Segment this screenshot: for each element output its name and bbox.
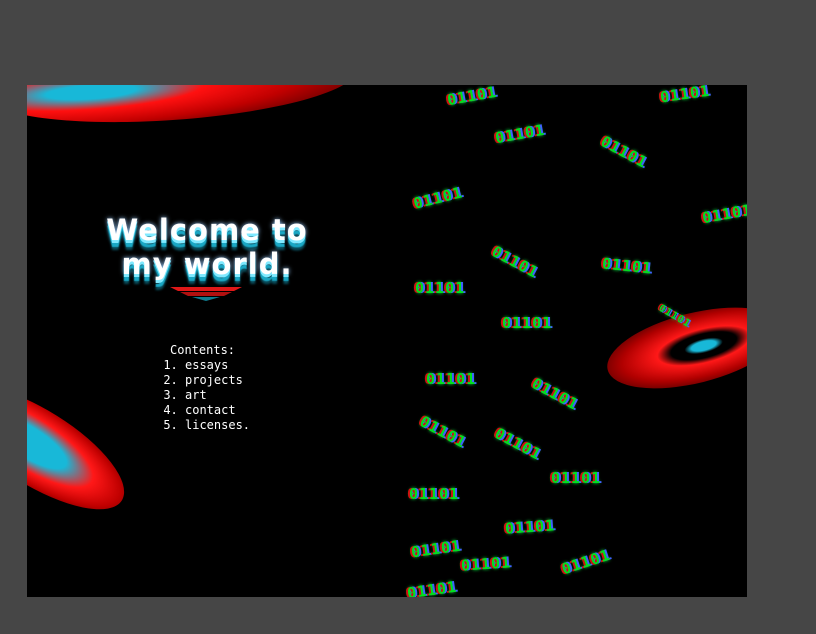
binary-digits: 01101 (528, 374, 582, 414)
contents-link-licenses[interactable]: licenses. (185, 418, 250, 432)
binary-digits: 01101 (426, 370, 477, 388)
binary-digits: 01101 (409, 485, 460, 503)
contents-link-contact[interactable]: contact (185, 403, 236, 417)
binary-digits: 01101 (491, 424, 545, 464)
page-title: Welcome to my world. (87, 213, 327, 281)
binary-digits: 01101 (493, 120, 547, 148)
binary-digits: 01101 (416, 412, 470, 452)
contents-item-art[interactable]: art (185, 388, 250, 403)
binary-digits: 01101 (658, 85, 712, 107)
binary-digits: 01101 (405, 577, 459, 597)
contents-heading: Contents: (170, 343, 236, 357)
title-line-2: my world. (121, 247, 293, 281)
binary-digits: 01101 (551, 469, 602, 487)
binary-digits: 01101 (597, 132, 651, 172)
viewer-background: Welcome to my world. Contents: essays pr… (0, 0, 816, 634)
binary-digits: 01101 (502, 314, 553, 332)
contents-item-contact[interactable]: contact (185, 403, 250, 418)
binary-digits: 01101 (700, 200, 747, 228)
binary-digits: 01101 (415, 279, 466, 297)
binary-digits: 01101 (460, 553, 512, 575)
binary-digits: 01101 (445, 85, 499, 110)
page-canvas: Welcome to my world. Contents: essays pr… (27, 85, 747, 597)
binary-digits: 01101 (601, 254, 653, 278)
contents-list: Contents: essays projects art contact li… (165, 343, 250, 433)
glow-ellipse-left (27, 362, 142, 533)
binary-digits: 01101 (411, 183, 465, 213)
binary-digits: 01101 (504, 516, 556, 538)
contents-item-licenses[interactable]: licenses. (185, 418, 250, 433)
title-emblem-icon (170, 287, 242, 301)
title-line-1: Welcome to (106, 213, 308, 247)
contents-link-projects[interactable]: projects (185, 373, 243, 387)
binary-digits: 01101 (488, 242, 542, 282)
glow-ellipse-top (27, 85, 360, 133)
binary-digits: 01101 (409, 536, 463, 562)
binary-digits: 01101 (559, 545, 613, 579)
contents-item-projects[interactable]: projects (185, 373, 250, 388)
contents-link-essays[interactable]: essays (185, 358, 228, 372)
contents-link-art[interactable]: art (185, 388, 207, 402)
contents-item-essays[interactable]: essays (185, 358, 250, 373)
